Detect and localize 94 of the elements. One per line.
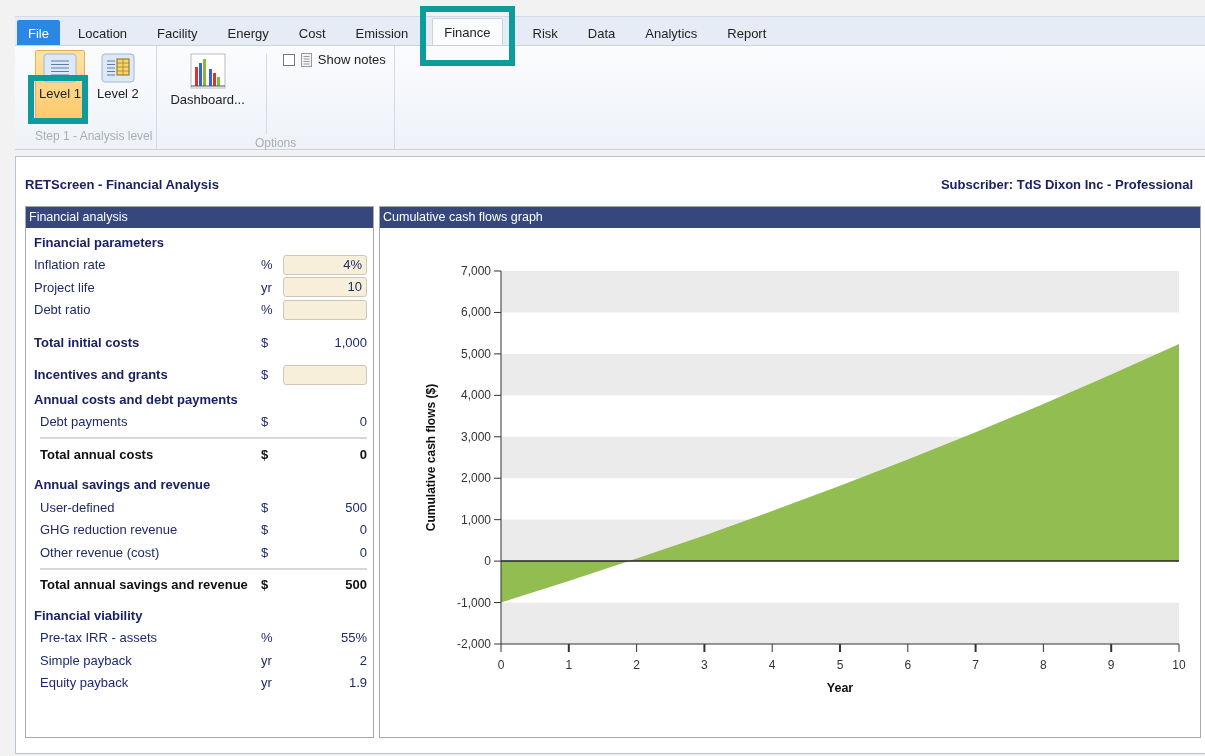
tick-label: 6 [904, 658, 912, 672]
row-label: Incentives and grants [34, 367, 169, 383]
section-heading: Financial viability [34, 607, 144, 623]
row-label: Simple payback [39, 652, 133, 668]
page-title: RETScreen - Financial Analysis [25, 177, 219, 192]
tick-label: 1,000 [460, 512, 491, 527]
table-icon [100, 53, 135, 83]
unit-label: % [261, 302, 274, 318]
panel-header: Cumulative cash flows graph [380, 207, 1200, 228]
row-label: GHG reduction revenue [39, 522, 179, 538]
unit-label: $ [261, 446, 270, 462]
notes-icon [300, 52, 312, 67]
tick-label: 0 [484, 554, 491, 569]
dashboard-button[interactable]: Dashboard... [161, 50, 254, 122]
axis-title: Year [826, 681, 854, 695]
unit-label: yr [261, 652, 273, 668]
row-label: Debt payments [39, 414, 129, 430]
value-text: 500 [344, 577, 367, 593]
tick-label: 10 [1172, 658, 1186, 672]
tick-label: 2 [633, 658, 640, 672]
panel-header: Financial analysis [26, 207, 373, 228]
level-button[interactable]: Level 2 [92, 50, 143, 122]
unit-label: $ [261, 577, 270, 593]
unit-label: $ [261, 499, 270, 515]
tick-label: 6,000 [460, 305, 491, 320]
value-text: 500 [344, 499, 367, 515]
section-heading: Annual savings and revenue [34, 477, 212, 493]
ribbon-tab[interactable]: Report [715, 20, 779, 45]
ribbon-tab[interactable]: Energy [215, 20, 281, 45]
row-label: Project life [34, 279, 96, 295]
tick-label: 2,000 [460, 471, 491, 486]
ribbon-tab[interactable]: Analytics [633, 20, 710, 45]
row-label: Inflation rate [34, 257, 107, 273]
unit-label: yr [261, 675, 273, 691]
value-text: 1.9 [347, 675, 367, 691]
tick-label: 8 [1040, 658, 1047, 672]
value-text: 0 [358, 414, 367, 430]
checkbox[interactable] [282, 53, 295, 66]
unit-label: $ [261, 334, 270, 350]
subscriber-text: Subscriber: TdS Dixon Inc - Professional [940, 177, 1193, 192]
tick-label: 4,000 [460, 388, 491, 403]
value-text: 0 [358, 544, 367, 560]
tick-label: -2,000 [456, 637, 491, 651]
value-text: 0 [358, 522, 367, 538]
ribbon-tab[interactable]: Emission [343, 20, 421, 45]
tick-label: -1,000 [456, 595, 491, 610]
tick-label: 3,000 [460, 429, 491, 444]
tick-label: 5,000 [460, 346, 491, 361]
tick-label: 3 [701, 658, 708, 672]
group-label: Step 1 - Analysis level [35, 129, 153, 145]
ribbon-tab[interactable]: Data [575, 20, 628, 45]
value-text: 1,000 [333, 334, 367, 350]
unit-label: $ [261, 522, 270, 538]
tick-label: 4 [768, 658, 776, 672]
tick-label: 5 [836, 658, 844, 672]
row-label: Other revenue (cost) [39, 544, 161, 560]
unit-label: $ [261, 414, 270, 430]
show-notes-checkbox[interactable]: Show notes [278, 50, 390, 69]
unit-label: $ [261, 544, 270, 560]
ribbon-tab[interactable]: Finance [432, 18, 503, 45]
input-field[interactable]: 4% [283, 254, 367, 275]
file-menu-button[interactable]: File [17, 20, 60, 45]
input-field[interactable] [283, 364, 367, 385]
ribbon-tab[interactable]: Cost [286, 20, 338, 45]
unit-label: $ [261, 367, 270, 383]
unit-label: % [261, 630, 274, 646]
value-text: 2 [358, 652, 367, 668]
section-heading: Annual costs and debt payments [34, 391, 239, 407]
tick-label: 7 [972, 658, 979, 672]
axis-title: Cumulative cash flows ($) [424, 383, 438, 532]
tick-label: 0 [497, 658, 505, 672]
bar-chart-icon [188, 53, 227, 89]
row-label: User-defined [39, 499, 116, 515]
group-label: Options [253, 136, 298, 150]
section-heading: Financial parameters [34, 234, 166, 250]
ribbon-tab[interactable]: Risk [520, 20, 570, 45]
row-label: Total initial costs [34, 334, 141, 350]
input-field[interactable]: 10 [283, 277, 367, 298]
ribbon-tab[interactable]: Facility [145, 20, 210, 45]
highlight-box [28, 75, 88, 124]
row-label: Total annual savings and revenue [40, 577, 249, 593]
row-label: Pre-tax IRR - assets [39, 630, 159, 646]
row-label: Equity payback [39, 675, 130, 691]
tick-label: 7,000 [460, 264, 491, 278]
unit-label: yr [261, 279, 273, 295]
row-label: Total annual costs [40, 446, 155, 462]
value-text: 55% [339, 630, 367, 646]
value-text: 0 [358, 446, 367, 462]
tick-label: 9 [1107, 658, 1115, 672]
ribbon-tab[interactable]: Location [65, 20, 140, 45]
tick-label: 1 [565, 658, 573, 672]
input-field[interactable] [283, 299, 367, 320]
unit-label: % [261, 257, 274, 273]
row-label: Debt ratio [34, 302, 92, 318]
